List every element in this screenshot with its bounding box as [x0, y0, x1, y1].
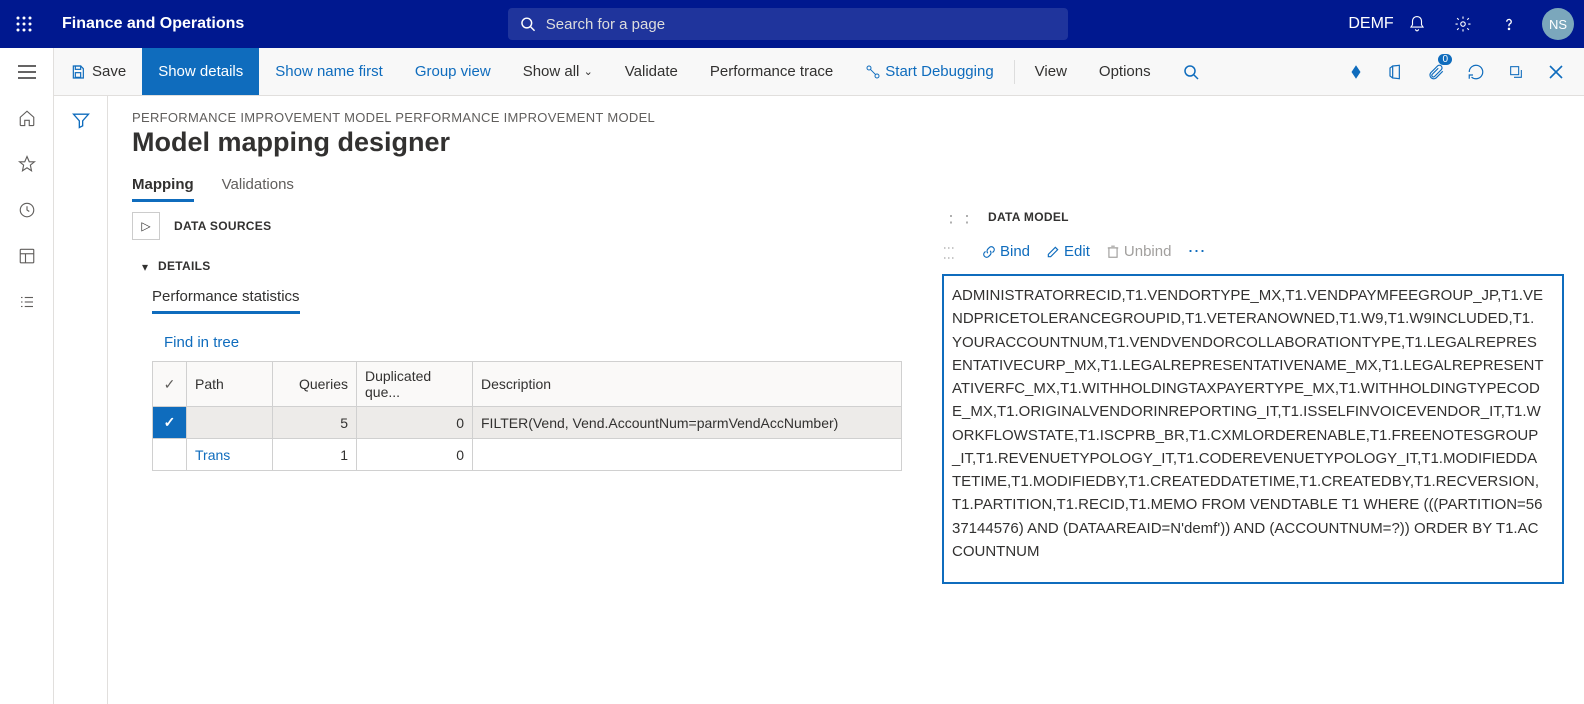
debug-icon	[865, 64, 881, 80]
save-button[interactable]: Save	[54, 48, 142, 95]
table-row[interactable]: 50FILTER(Vend, Vend.AccountNum=parmVendA…	[153, 407, 902, 439]
breadcrumb: PERFORMANCE IMPROVEMENT MODEL PERFORMANC…	[132, 110, 1564, 125]
recent-icon[interactable]	[15, 198, 39, 222]
unbind-button: Unbind	[1106, 243, 1172, 260]
group-view-button[interactable]: Group view	[399, 48, 507, 95]
col-duplicated[interactable]: Duplicated que...	[357, 362, 473, 407]
modules-icon[interactable]	[15, 290, 39, 314]
path-link[interactable]: Trans	[187, 439, 273, 471]
settings-icon[interactable]	[1440, 0, 1486, 48]
page-title: Model mapping designer	[132, 127, 1564, 158]
col-select[interactable]	[153, 362, 187, 407]
tab-mapping[interactable]: Mapping	[132, 176, 194, 202]
refresh-icon[interactable]	[1456, 48, 1496, 96]
col-queries[interactable]: Queries	[273, 362, 357, 407]
tab-validations[interactable]: Validations	[222, 176, 294, 202]
performance-trace-button[interactable]: Performance trace	[694, 48, 849, 95]
datamodel-label: DATA MODEL	[988, 212, 1069, 224]
subtab-performance-statistics[interactable]: Performance statistics	[152, 288, 300, 314]
splitter-grip-icon[interactable]: ⋮⋮	[942, 242, 956, 262]
start-debugging-button[interactable]: Start Debugging	[849, 48, 1009, 95]
user-avatar[interactable]: NS	[1542, 8, 1574, 40]
bind-button[interactable]: Bind	[982, 243, 1030, 260]
attachments-icon[interactable]: 0	[1416, 48, 1456, 96]
find-in-tree-link[interactable]: Find in tree	[164, 334, 932, 351]
table-row[interactable]: Trans10	[153, 439, 902, 471]
datasources-expand-button[interactable]: ▷	[132, 212, 160, 240]
power-apps-icon[interactable]	[1336, 48, 1376, 96]
options-button[interactable]: Options	[1083, 48, 1167, 95]
left-nav-rail	[0, 48, 54, 704]
datasources-label: DATA SOURCES	[174, 219, 271, 233]
filter-icon	[71, 110, 91, 130]
favorites-icon[interactable]	[15, 152, 39, 176]
col-path[interactable]: Path	[187, 362, 273, 407]
notifications-icon[interactable]	[1394, 0, 1440, 48]
show-all-dropdown[interactable]: Show all ⌄	[507, 48, 609, 95]
popout-icon[interactable]	[1496, 48, 1536, 96]
app-title: Finance and Operations	[48, 15, 258, 33]
sql-text-viewer[interactable]: ADMINISTRATORRECID,T1.VENDORTYPE_MX,T1.V…	[942, 274, 1564, 584]
command-bar: Save Show details Show name first Group …	[54, 48, 1584, 96]
top-header: Finance and Operations DEMF NS	[0, 0, 1584, 48]
company-picker[interactable]: DEMF	[1348, 0, 1394, 48]
hamburger-icon[interactable]	[15, 60, 39, 84]
details-caret-icon[interactable]	[142, 258, 148, 274]
col-description[interactable]: Description	[473, 362, 902, 407]
search-icon	[520, 16, 536, 32]
performance-grid: Path Queries Duplicated que... Descripti…	[152, 361, 902, 471]
view-button[interactable]: View	[1019, 48, 1083, 95]
show-name-first-button[interactable]: Show name first	[259, 48, 399, 95]
edit-button[interactable]: Edit	[1046, 243, 1090, 260]
close-icon[interactable]	[1536, 48, 1576, 96]
app-launcher-icon[interactable]	[0, 0, 48, 48]
show-details-button[interactable]: Show details	[142, 48, 259, 95]
chevron-down-icon: ⌄	[584, 65, 593, 78]
filter-pane-toggle[interactable]	[54, 96, 108, 704]
more-actions-icon[interactable]: ⋯	[1187, 241, 1205, 262]
search-input[interactable]	[536, 16, 1056, 33]
global-search[interactable]	[508, 8, 1068, 40]
workspaces-icon[interactable]	[15, 244, 39, 268]
splitter-grip-icon[interactable]: ⋮⋮	[942, 212, 974, 227]
help-icon[interactable]	[1486, 0, 1532, 48]
validate-button[interactable]: Validate	[609, 48, 694, 95]
details-label: DETAILS	[158, 259, 211, 273]
office-icon[interactable]	[1376, 48, 1416, 96]
cmd-search-icon[interactable]	[1167, 48, 1215, 95]
home-icon[interactable]	[15, 106, 39, 130]
